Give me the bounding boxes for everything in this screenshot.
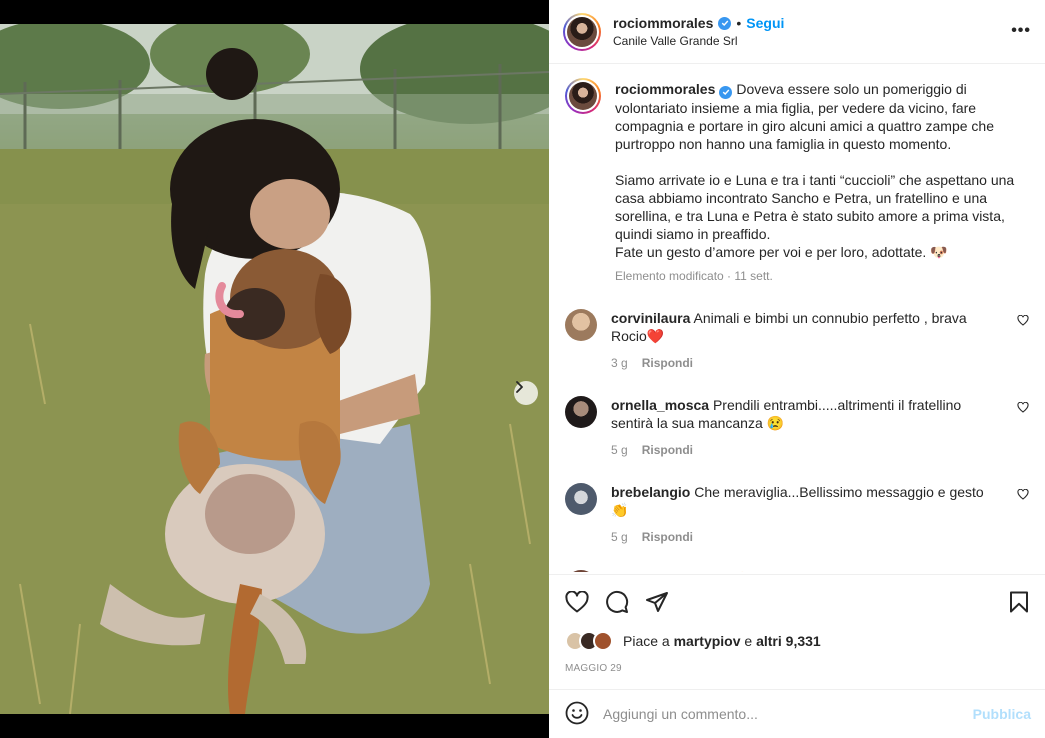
liker-username[interactable]: martypiov bbox=[674, 633, 741, 649]
like-button[interactable] bbox=[565, 591, 589, 613]
caption-text-2: Siamo arrivate io e Luna e tra i tanti “… bbox=[615, 171, 1015, 242]
next-photo-button[interactable] bbox=[514, 381, 538, 405]
like-comment-button[interactable] bbox=[1017, 401, 1029, 413]
comment-item: corvinilaura Animali e bimbi un connubio… bbox=[565, 308, 1029, 372]
post-date[interactable]: MAGGIO 29 bbox=[565, 663, 1029, 674]
heart-icon bbox=[1017, 488, 1029, 500]
comment-button[interactable] bbox=[605, 590, 629, 614]
heart-icon bbox=[565, 591, 589, 613]
heart-icon bbox=[1017, 401, 1029, 413]
comment-text: ❤️😍 bbox=[716, 571, 751, 573]
likes-count-text: Piace a martypiov e altri 9,331 bbox=[623, 633, 821, 649]
caption-body: rociommorales Doveva essere solo un pomer… bbox=[615, 80, 1025, 285]
author-username[interactable]: rociommorales bbox=[613, 15, 713, 31]
comment-username[interactable]: corvinilaura bbox=[611, 310, 690, 326]
save-button[interactable] bbox=[1009, 591, 1029, 613]
chevron-right-icon bbox=[516, 381, 523, 393]
caption-avatar[interactable] bbox=[565, 78, 601, 114]
emoji-picker-button[interactable] bbox=[565, 701, 589, 728]
post-header: rociommorales • Segui Canile Valle Grand… bbox=[549, 0, 1045, 64]
media-panel bbox=[0, 0, 549, 738]
comment-item: ornella_mosca Prendili entrambi.....altr… bbox=[565, 395, 1029, 459]
comment-bubble-icon bbox=[606, 590, 629, 613]
add-comment-bar: Pubblica bbox=[549, 689, 1045, 738]
verified-badge-icon bbox=[718, 16, 732, 30]
comment-input[interactable] bbox=[603, 706, 973, 722]
like-comment-button[interactable] bbox=[1017, 488, 1029, 500]
comment-avatar[interactable] bbox=[565, 569, 597, 572]
comments-list[interactable]: rociommorales Doveva essere solo un pomer… bbox=[549, 64, 1045, 572]
comment-avatar[interactable] bbox=[565, 395, 597, 428]
paper-plane-icon bbox=[646, 592, 668, 612]
verified-badge-icon bbox=[719, 85, 733, 99]
caption-username[interactable]: rociommorales bbox=[615, 81, 715, 97]
like-comment-button[interactable] bbox=[1017, 314, 1029, 326]
photo-illustration bbox=[0, 24, 549, 714]
comment-age: 5 g bbox=[611, 442, 628, 457]
caption-text-3: Fate un gesto d’amore per voi e per loro… bbox=[615, 243, 948, 260]
comment-item: elenamencigoli ❤️😍 bbox=[565, 569, 1029, 573]
follow-button[interactable]: Segui bbox=[746, 15, 784, 31]
post-actions: Piace a martypiov e altri 9,331 MAGGIO 2… bbox=[549, 574, 1045, 674]
comment-avatar[interactable] bbox=[565, 482, 597, 515]
liker-avatar bbox=[593, 631, 613, 651]
comment-username[interactable]: ornella_mosca bbox=[611, 397, 709, 413]
reply-button[interactable]: Rispondi bbox=[642, 528, 693, 546]
more-options-icon[interactable]: ••• bbox=[1011, 22, 1031, 40]
share-button[interactable] bbox=[645, 591, 669, 613]
comment-username[interactable]: brebelangio bbox=[611, 484, 690, 500]
liker-avatars bbox=[565, 631, 617, 651]
post-details-panel: rociommorales • Segui Canile Valle Grand… bbox=[549, 0, 1045, 738]
caption-edited-timestamp: Elemento modificato · 11 sett. bbox=[615, 268, 773, 283]
heart-icon bbox=[1017, 314, 1029, 326]
smiley-icon bbox=[565, 701, 589, 724]
publish-button[interactable]: Pubblica bbox=[973, 706, 1031, 722]
other-likes-link[interactable]: altri 9,331 bbox=[756, 633, 821, 649]
post-photo[interactable] bbox=[0, 24, 549, 714]
post-dialog: rociommorales • Segui Canile Valle Grand… bbox=[0, 0, 1045, 738]
bookmark-icon bbox=[1010, 591, 1028, 613]
comment-avatar[interactable] bbox=[565, 308, 597, 341]
author-meta: rociommorales • Segui Canile Valle Grand… bbox=[613, 15, 784, 48]
reply-button[interactable]: Rispondi bbox=[642, 354, 693, 372]
reply-button[interactable]: Rispondi bbox=[642, 441, 693, 459]
author-avatar[interactable] bbox=[563, 12, 601, 51]
comment-username[interactable]: elenamencigoli bbox=[611, 571, 712, 573]
post-caption: rociommorales Doveva essere solo un pomer… bbox=[565, 78, 1029, 285]
comment-age: 5 g bbox=[611, 529, 628, 544]
comment-item: brebelangio Che meraviglia...Bellissimo … bbox=[565, 482, 1029, 546]
post-location[interactable]: Canile Valle Grande Srl bbox=[613, 34, 784, 48]
header-separator: • bbox=[736, 15, 742, 31]
action-icons bbox=[565, 575, 1029, 629]
comment-age: 3 g bbox=[611, 355, 628, 370]
likes-summary[interactable]: Piace a martypiov e altri 9,331 bbox=[565, 629, 1029, 653]
